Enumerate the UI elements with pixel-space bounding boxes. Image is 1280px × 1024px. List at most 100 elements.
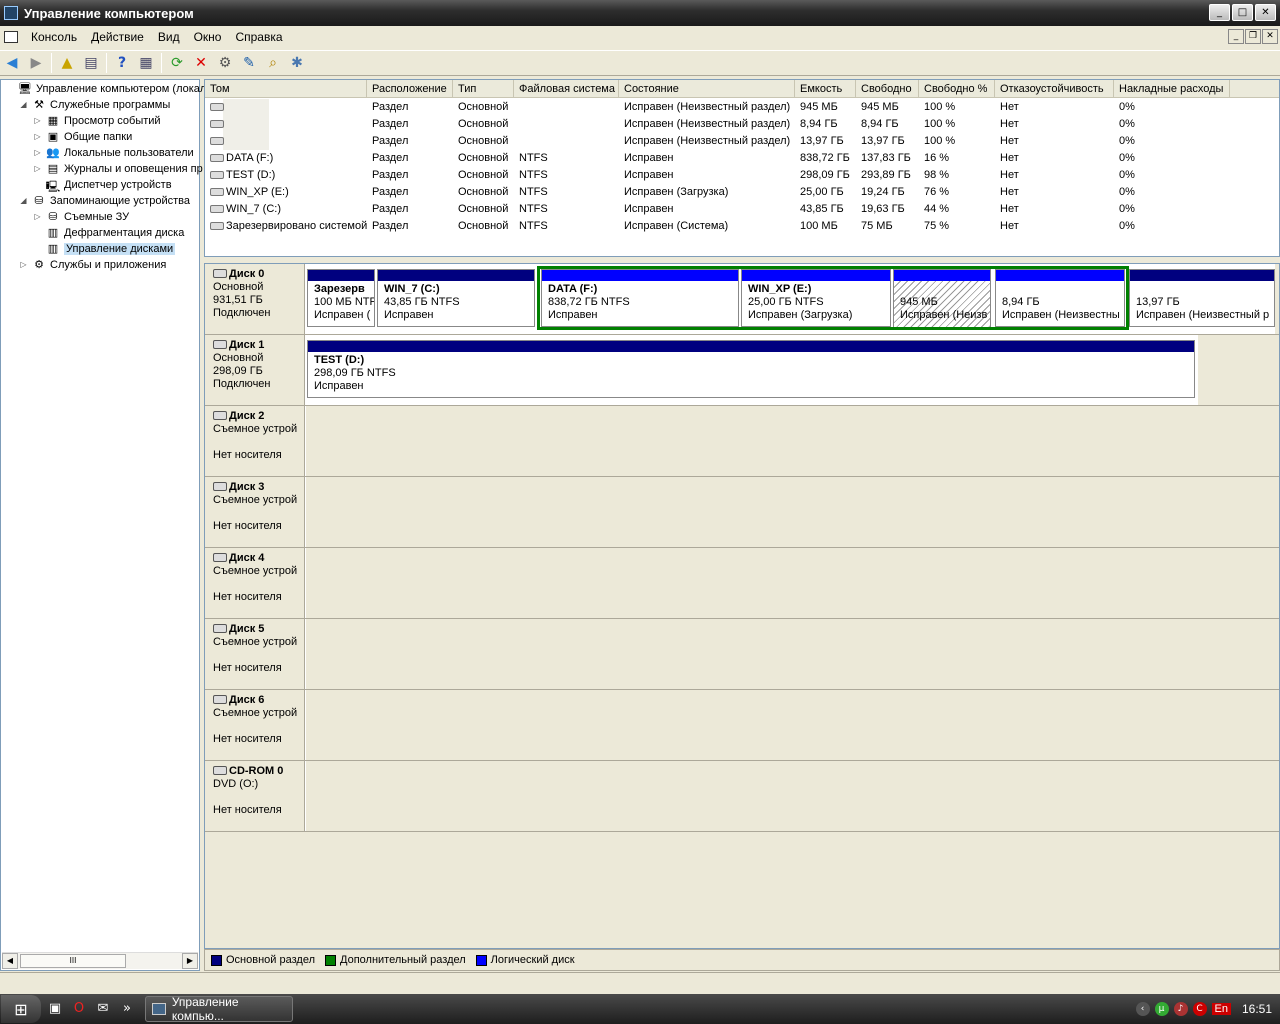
minimize-button[interactable]: _: [1209, 4, 1230, 21]
tree-item[interactable]: ▷ ▦ Просмотр событий: [33, 113, 160, 129]
language-indicator[interactable]: En: [1211, 1003, 1231, 1015]
console-icon[interactable]: [4, 31, 18, 43]
forward-arrow-icon[interactable]: ▶: [25, 52, 47, 74]
tree-item[interactable]: ▷ ⚙ Службы и приложения: [19, 257, 166, 273]
partition[interactable]: WIN_7 (C:) 43,85 ГБ NTFS Исправен: [377, 269, 535, 327]
utorrent-icon[interactable]: µ: [1154, 1002, 1169, 1016]
expander-icon[interactable]: ▷: [33, 212, 42, 222]
expander-icon[interactable]: ▷: [33, 148, 42, 158]
tree-horizontal-scrollbar[interactable]: ◀ III ▶: [2, 952, 198, 969]
partition-text: TEST (D:) 298,09 ГБ NTFS Исправен: [308, 352, 1194, 399]
tree-item[interactable]: ▷ ⛁ Съемные ЗУ: [33, 209, 129, 225]
disk-type: DVD (O:): [213, 778, 259, 790]
maximize-button[interactable]: □: [1232, 4, 1253, 21]
tree-item[interactable]: 🖥 Управление компьютером (локаль: [5, 81, 212, 97]
show-hide-tree-icon[interactable]: ▤: [80, 52, 102, 74]
settings-icon[interactable]: ✱: [286, 52, 308, 74]
disk-label[interactable]: Диск 0 Основной 931,51 ГБ Подключен: [205, 264, 305, 334]
messenger-icon[interactable]: ✉: [93, 999, 113, 1019]
refresh-icon[interactable]: ⟳: [166, 52, 188, 74]
table-cell: Исправен: [619, 150, 795, 167]
scroll-thumb[interactable]: III: [20, 954, 126, 968]
tree-item[interactable]: ▷ 👥 Локальные пользователи: [33, 145, 193, 161]
menu-window[interactable]: Окно: [187, 30, 229, 44]
menu-view[interactable]: Вид: [151, 30, 187, 44]
partition[interactable]: 13,97 ГБ Исправен (Неизвестный р: [1129, 269, 1275, 327]
partition[interactable]: Зарезерв 100 МБ NTF Исправен (: [307, 269, 375, 327]
menu-console[interactable]: Консоль: [24, 30, 84, 44]
close-button[interactable]: ✕: [1255, 4, 1276, 21]
expander-icon[interactable]: ▷: [33, 164, 42, 174]
table-cell: WIN_7 (C:): [205, 201, 367, 218]
delete-icon[interactable]: ✕: [190, 52, 212, 74]
quicklaunch-more-icon[interactable]: »: [117, 999, 137, 1019]
disk-label[interactable]: Диск 5 Съемное устрой Нет носителя: [205, 619, 305, 689]
column-header[interactable]: Тип: [453, 80, 514, 98]
show-hide-action-pane-icon[interactable]: ▦: [135, 52, 157, 74]
table-row[interactable]: Раздел Основной Исправен (Неизвестный разд…: [205, 99, 1279, 116]
properties-icon[interactable]: ⚙: [214, 52, 236, 74]
partition[interactable]: TEST (D:) 298,09 ГБ NTFS Исправен: [307, 340, 1195, 398]
column-header[interactable]: Свободно: [856, 80, 919, 98]
rescan-disks-icon[interactable]: ✎: [238, 52, 260, 74]
menu-help[interactable]: Справка: [228, 30, 289, 44]
column-header[interactable]: Состояние: [619, 80, 795, 98]
disk-label[interactable]: Диск 3 Съемное устрой Нет носителя: [205, 477, 305, 547]
tree-item[interactable]: ▷ ▣ Общие папки: [33, 129, 132, 145]
child-minimize-button[interactable]: _: [1228, 29, 1244, 44]
help-icon[interactable]: ?: [111, 52, 133, 74]
expander-icon[interactable]: ◢: [19, 196, 28, 206]
scroll-left-icon[interactable]: ◀: [2, 953, 18, 969]
table-row[interactable]: Раздел Основной Исправен (Неизвестный разд…: [205, 133, 1279, 150]
table-row[interactable]: DATA (F:) Раздел Основной NTFS Исправен 838,7…: [205, 150, 1279, 167]
back-arrow-icon[interactable]: ◀: [1, 52, 23, 74]
disk-drive-icon: [213, 624, 227, 633]
antivirus-icon[interactable]: C: [1192, 1002, 1207, 1016]
expander-icon[interactable]: ▷: [19, 260, 28, 270]
tree-item[interactable]: ▥ Дефрагментация диска: [33, 225, 185, 241]
taskbar-button-computer-management[interactable]: Управление компью...: [145, 995, 293, 1023]
tree-item[interactable]: 🖳 Диспетчер устройств: [33, 177, 172, 193]
graph-empty-area: [205, 832, 1279, 948]
table-row[interactable]: Зарезервировано системой Раздел Основной NT…: [205, 218, 1279, 235]
column-header[interactable]: Файловая система: [514, 80, 619, 98]
title-bar[interactable]: Управление компьютером _ □ ✕: [0, 0, 1280, 26]
volume-icon[interactable]: ♪: [1173, 1002, 1188, 1016]
up-folder-icon[interactable]: ▲: [56, 52, 78, 74]
table-row[interactable]: WIN_XP (E:) Раздел Основной NTFS Исправен (З…: [205, 184, 1279, 201]
disk-name-text: CD-ROM 0: [229, 765, 284, 777]
column-header[interactable]: Емкость: [795, 80, 856, 98]
table-row[interactable]: TEST (D:) Раздел Основной NTFS Исправен 298,0…: [205, 167, 1279, 184]
cell-text: 100 %: [924, 118, 956, 130]
column-header[interactable]: Расположение: [367, 80, 453, 98]
tree-item[interactable]: ◢ ⛁ Запоминающие устройства: [19, 193, 190, 209]
child-close-button[interactable]: ✕: [1262, 29, 1278, 44]
table-row[interactable]: WIN_7 (C:) Раздел Основной NTFS Исправен 43,8…: [205, 201, 1279, 218]
table-row[interactable]: Раздел Основной Исправен (Неизвестный разд…: [205, 116, 1279, 133]
column-header[interactable]: Свободно %: [919, 80, 995, 98]
disk-label[interactable]: Диск 6 Съемное устрой Нет носителя: [205, 690, 305, 760]
tree-item[interactable]: ▷ ▤ Журналы и оповещения пр: [33, 161, 202, 177]
tree-item[interactable]: ▥ Управление дисками: [33, 241, 176, 257]
disk-label[interactable]: Диск 2 Съемное устрой Нет носителя: [205, 406, 305, 476]
expander-icon[interactable]: ▷: [33, 132, 42, 142]
start-button[interactable]: ⊞: [1, 995, 41, 1023]
column-header[interactable]: Накладные расходы: [1114, 80, 1230, 98]
opera-icon[interactable]: O: [69, 999, 89, 1019]
scroll-right-icon[interactable]: ▶: [182, 953, 198, 969]
show-desktop-icon[interactable]: ▣: [45, 999, 65, 1019]
disk-label[interactable]: Диск 4 Съемное устрой Нет носителя: [205, 548, 305, 618]
disk-label[interactable]: CD-ROM 0 DVD (O:) Нет носителя: [205, 761, 305, 831]
expander-icon[interactable]: ◢: [19, 100, 28, 110]
menu-action[interactable]: Действие: [84, 30, 151, 44]
disk-label[interactable]: Диск 1 Основной 298,09 ГБ Подключен: [205, 335, 305, 405]
tray-expand-icon[interactable]: ‹: [1135, 1002, 1150, 1016]
legend-swatch: [325, 954, 336, 966]
cell-text: 19,24 ГБ: [861, 186, 905, 198]
child-restore-button[interactable]: ❐: [1245, 29, 1261, 44]
expander-icon[interactable]: ▷: [33, 116, 42, 126]
column-header[interactable]: Отказоустойчивость: [995, 80, 1114, 98]
search-icon[interactable]: ⌕: [262, 52, 284, 74]
tree-item[interactable]: ◢ ⚒ Служебные программы: [19, 97, 170, 113]
column-header[interactable]: Том: [205, 80, 367, 98]
